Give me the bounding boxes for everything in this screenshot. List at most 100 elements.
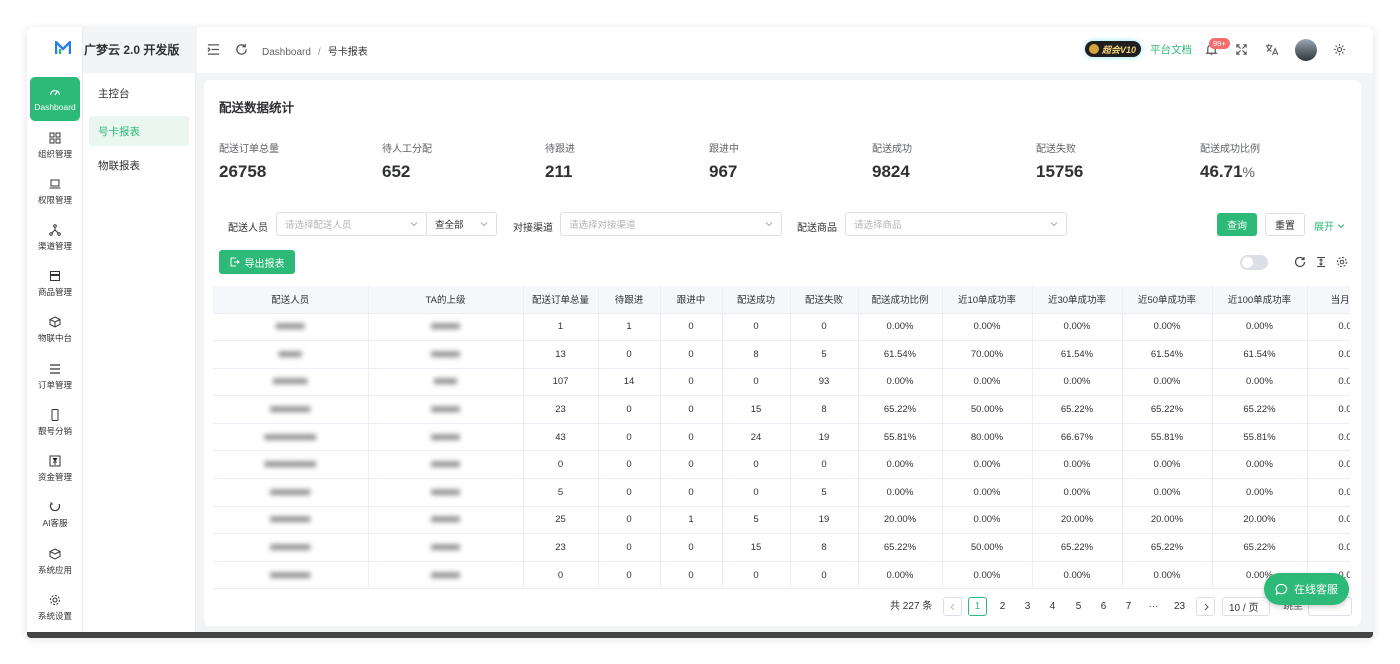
rail-item-fund[interactable]: 资金管理: [30, 447, 80, 491]
column-header[interactable]: 配送成功: [722, 286, 791, 314]
table-row[interactable]: ■■■■■■■■■ ■■■■■ 0 0 0 0 0 0.00% 0.00% 0.00% 0.00% 0…: [213, 450, 1350, 480]
table-cell: 8: [790, 533, 859, 562]
table-cell: ■■■■■■■: [213, 478, 369, 507]
page-5[interactable]: 5: [1069, 597, 1088, 616]
rail-item-number[interactable]: 靓号分销: [30, 401, 80, 445]
column-header[interactable]: TA的上级: [368, 286, 524, 314]
app-title: 广梦云 2.0 开发版: [84, 43, 180, 57]
rail-item-iot[interactable]: 物联中台: [30, 308, 80, 352]
online-support-button[interactable]: 在线客服: [1264, 573, 1349, 605]
query-button[interactable]: 查询: [1217, 213, 1257, 236]
rail-item-product[interactable]: 商品管理: [30, 262, 80, 306]
export-report-button[interactable]: 导出报表: [219, 250, 295, 274]
table-cell: ■■■■■: [368, 340, 524, 369]
reset-button[interactable]: 重置: [1265, 213, 1305, 236]
vip-badge[interactable]: 超会V10: [1085, 41, 1141, 57]
prev-page-button[interactable]: [943, 597, 962, 616]
rail-item-apps[interactable]: 系统应用: [30, 540, 80, 584]
table-row[interactable]: ■■■■■■■ ■■■■■ 23 0 0 15 8 65.22% 50.00% 65.22% 65.…: [213, 395, 1350, 424]
table-cell: 20.00%: [1212, 506, 1308, 535]
density-icon[interactable]: [1315, 256, 1327, 268]
table-cell: 0.00%: [1212, 313, 1308, 342]
page-size-select[interactable]: 10 / 页: [1222, 597, 1270, 616]
table-row[interactable]: ■■■■ ■■■■■ 13 0 0 8 5 61.54% 70.00% 61.54% 61.54% 6…: [213, 340, 1350, 369]
rail-label: 订单管理: [37, 380, 72, 390]
submenu-item-iot-report[interactable]: 物联报表: [89, 150, 189, 180]
table-row[interactable]: ■■■■■■■■■ ■■■■■ 43 0 0 24 19 55.81% 80.00% 66.67%…: [213, 423, 1350, 452]
brand[interactable]: 广梦云 2.0 开发版: [27, 27, 197, 73]
redacted-text: ■■■■■■■: [270, 514, 311, 526]
column-header[interactable]: 当月成: [1307, 286, 1350, 314]
refresh-icon[interactable]: [235, 43, 248, 56]
table-cell: ■■■■■: [368, 533, 524, 562]
table-cell: ■■■■■■■: [213, 395, 369, 424]
page-1[interactable]: 1: [968, 597, 987, 616]
page-4[interactable]: 4: [1043, 597, 1062, 616]
rail-item-channel[interactable]: 渠道管理: [30, 216, 80, 260]
table-cell: 15: [722, 533, 791, 562]
rail-item-dashboard[interactable]: Dashboard: [30, 77, 80, 121]
rail-label: 系统设置: [37, 611, 72, 621]
channel-select[interactable]: 请选择对接渠道: [560, 212, 782, 236]
menu-fold-icon[interactable]: [207, 43, 220, 56]
table-cell: 0: [660, 423, 723, 452]
table-cell: 50.00%: [942, 395, 1033, 424]
table-cell: 8: [790, 395, 859, 424]
page-3[interactable]: 3: [1018, 597, 1037, 616]
column-header[interactable]: 配送订单总量: [523, 286, 599, 314]
submenu-item-console[interactable]: 主控台: [89, 78, 189, 108]
settings-gear-icon[interactable]: [1333, 43, 1346, 56]
rail-item-ai[interactable]: AI客服: [30, 493, 80, 537]
rail-item-settings[interactable]: 系统设置: [30, 586, 80, 630]
table-row[interactable]: ■■■■■■■ ■■■■■ 0 0 0 0 0 0.00% 0.00% 0.00% 0.00% 0.0…: [213, 561, 1350, 590]
rail-item-org[interactable]: 组织管理: [30, 124, 80, 168]
page-ellipsis[interactable]: ···: [1144, 597, 1163, 616]
column-header[interactable]: 跟进中: [660, 286, 723, 314]
rail-label: 组织管理: [37, 149, 72, 159]
network-icon: [49, 224, 61, 236]
column-header[interactable]: 配送失败: [790, 286, 859, 314]
table-cell: 14: [598, 368, 661, 397]
table-cell: 0.00%: [858, 368, 943, 397]
rail-item-order[interactable]: 订单管理: [30, 355, 80, 399]
table-cell: 0.00%: [1032, 561, 1123, 590]
table-row[interactable]: ■■■■■■■ ■■■■■ 23 0 0 15 8 65.22% 50.00% 65.22% 65.…: [213, 533, 1350, 562]
table-cell: 0: [722, 450, 791, 480]
breadcrumb-separator: /: [317, 47, 321, 58]
column-toggle-switch[interactable]: [1240, 255, 1268, 270]
next-page-button[interactable]: [1196, 597, 1215, 616]
scope-select[interactable]: 查全部: [426, 212, 497, 236]
breadcrumb-dashboard[interactable]: Dashboard: [262, 47, 311, 58]
reload-icon[interactable]: [1294, 256, 1306, 268]
user-avatar[interactable]: [1295, 39, 1317, 61]
expand-filters-link[interactable]: 展开: [1314, 218, 1345, 233]
rail-item-permission[interactable]: 权限管理: [30, 170, 80, 214]
table-row[interactable]: ■■■■■■ ■■■■ 107 14 0 0 93 0.00% 0.00% 0.00% 0.00% 0…: [213, 368, 1350, 397]
page-23[interactable]: 23: [1170, 597, 1189, 616]
column-header[interactable]: 近50单成功率: [1122, 286, 1213, 314]
column-header[interactable]: 配送成功比例: [858, 286, 943, 314]
translate-icon[interactable]: [1265, 43, 1278, 56]
table-cell: ■■■■■: [368, 478, 524, 507]
column-header[interactable]: 近10单成功率: [942, 286, 1033, 314]
column-header[interactable]: 近100单成功率: [1212, 286, 1308, 314]
submenu-item-card-report[interactable]: 号卡报表: [89, 116, 189, 146]
staff-select[interactable]: 请选择配送人员: [276, 212, 427, 236]
column-header[interactable]: 配送人员: [213, 286, 369, 314]
fullscreen-icon[interactable]: [1235, 43, 1248, 56]
table-row[interactable]: ■■■■■ ■■■■■ 1 1 0 0 0 0.00% 0.00% 0.00% 0.00% 0.00%…: [213, 313, 1350, 342]
chevron-down-icon: [1337, 224, 1345, 229]
table-row[interactable]: ■■■■■■■ ■■■■■ 25 0 1 5 19 20.00% 0.00% 20.00% 20.0…: [213, 506, 1350, 535]
page-2[interactable]: 2: [993, 597, 1012, 616]
column-header[interactable]: 近30单成功率: [1032, 286, 1123, 314]
page-7[interactable]: 7: [1119, 597, 1138, 616]
column-header[interactable]: 待跟进: [598, 286, 661, 314]
table-row[interactable]: ■■■■■■■ ■■■■■ 5 0 0 0 5 0.00% 0.00% 0.00% 0.00% 0.0…: [213, 478, 1350, 507]
table-cell: 0: [790, 561, 859, 590]
stat-delivered: 配送成功 9824: [872, 140, 912, 182]
channel-filter-label: 对接渠道: [513, 223, 553, 234]
page-6[interactable]: 6: [1094, 597, 1113, 616]
product-select[interactable]: 请选择商品: [845, 212, 1067, 236]
column-settings-icon[interactable]: [1336, 256, 1348, 268]
platform-docs-link[interactable]: 平台文档: [1150, 42, 1192, 57]
